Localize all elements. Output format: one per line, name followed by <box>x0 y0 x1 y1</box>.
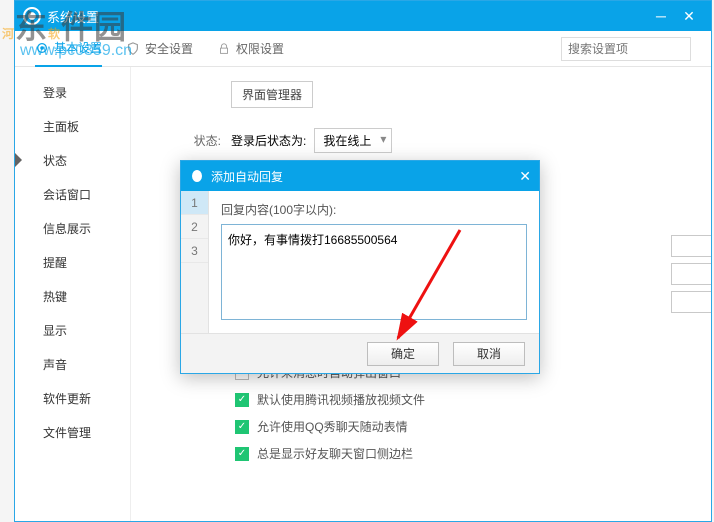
sidebar-item-update[interactable]: 软件更新 <box>15 381 130 415</box>
titlebar: 系统设置 ─ ✕ <box>15 1 711 31</box>
sidebar-item-info[interactable]: 信息展示 <box>15 211 130 245</box>
sidebar: 登录 主面板 状态 会话窗口 信息展示 提醒 热键 显示 声音 软件更新 文件管… <box>15 67 131 521</box>
close-button[interactable]: ✕ <box>675 2 703 30</box>
tab-bar: 基本设置 安全设置 权限设置 <box>15 31 711 67</box>
checkbox-icon[interactable]: ✓ <box>235 447 249 461</box>
check-row[interactable]: ✓ 允许使用QQ秀聊天随动表情 <box>235 418 691 435</box>
status-label: 状态: <box>151 132 221 149</box>
login-status-select[interactable]: 我在线上 <box>314 128 392 153</box>
ghost-button <box>671 263 711 285</box>
sidebar-item-alert[interactable]: 提醒 <box>15 245 130 279</box>
dialog-close-button[interactable]: ✕ <box>519 168 531 185</box>
qq-icon <box>189 168 205 184</box>
gear-icon <box>35 41 49 55</box>
search-input[interactable] <box>561 37 691 61</box>
tab-permission[interactable]: 权限设置 <box>217 31 284 67</box>
dialog-footer: 确定 取消 <box>181 333 539 373</box>
sidebar-item-file[interactable]: 文件管理 <box>15 415 130 449</box>
sidebar-item-login[interactable]: 登录 <box>15 75 130 109</box>
tab-basic[interactable]: 基本设置 <box>35 31 102 67</box>
login-status-label: 登录后状态为: <box>231 132 306 149</box>
sidebar-item-status[interactable]: 状态 <box>15 143 130 177</box>
reply-label: 回复内容(100字以内): <box>221 201 527 218</box>
qq-icon <box>23 7 41 25</box>
sidebar-item-hotkey[interactable]: 热键 <box>15 279 130 313</box>
reply-index[interactable]: 2 <box>181 215 208 239</box>
reply-list: 1 2 3 <box>181 191 209 333</box>
sidebar-item-display[interactable]: 显示 <box>15 313 130 347</box>
auto-reply-dialog: 添加自动回复 ✕ 1 2 3 回复内容(100字以内): 确定 取消 <box>180 160 540 374</box>
sidebar-item-mainpanel[interactable]: 主面板 <box>15 109 130 143</box>
shield-icon <box>126 42 140 56</box>
lock-icon <box>217 42 231 56</box>
sidebar-item-chat[interactable]: 会话窗口 <box>15 177 130 211</box>
reply-index[interactable]: 3 <box>181 239 208 263</box>
ui-manager-button[interactable]: 界面管理器 <box>231 81 313 108</box>
reply-index[interactable]: 1 <box>181 191 208 215</box>
ok-button[interactable]: 确定 <box>367 342 439 366</box>
minimize-button[interactable]: ─ <box>647 2 675 30</box>
ghost-button <box>671 235 711 257</box>
checkbox-icon[interactable]: ✓ <box>235 393 249 407</box>
window-title: 系统设置 <box>47 7 647 26</box>
ghost-button <box>671 291 711 313</box>
checkbox-icon[interactable]: ✓ <box>235 420 249 434</box>
check-row[interactable]: ✓ 默认使用腾讯视频播放视频文件 <box>235 391 691 408</box>
tab-security[interactable]: 安全设置 <box>126 31 193 67</box>
dialog-titlebar: 添加自动回复 ✕ <box>181 161 539 191</box>
check-row[interactable]: ✓ 总是显示好友聊天窗口侧边栏 <box>235 445 691 462</box>
reply-textarea[interactable] <box>221 224 527 320</box>
dialog-title: 添加自动回复 <box>211 168 519 185</box>
cancel-button[interactable]: 取消 <box>453 342 525 366</box>
sidebar-item-sound[interactable]: 声音 <box>15 347 130 381</box>
